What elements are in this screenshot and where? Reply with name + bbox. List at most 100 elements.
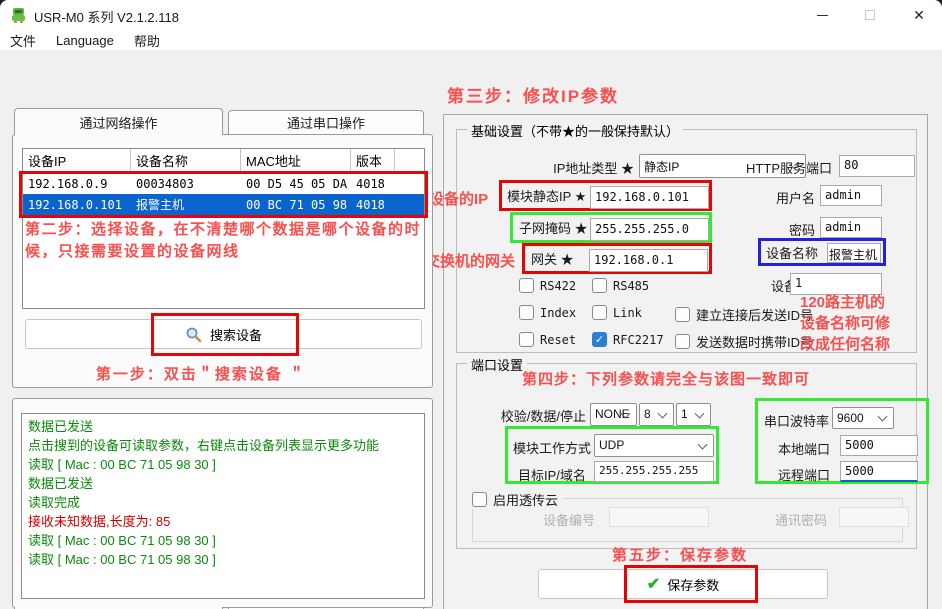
checkbox-rfc2217[interactable]: ✓RFC2217 bbox=[592, 332, 664, 347]
annotation-step2: 第二步：选择设备，在不清楚哪个数据是哪个设备的时候，只接需要设置的设备网线 bbox=[25, 219, 429, 263]
http-port-label: HTTP服务端口 bbox=[737, 158, 832, 177]
menu-language[interactable]: Language bbox=[46, 33, 124, 48]
http-port-input[interactable]: 80 bbox=[839, 155, 915, 177]
password-input[interactable]: admin bbox=[820, 217, 882, 238]
remote-port-input[interactable]: 5000 bbox=[840, 461, 918, 482]
cloud-password-input[interactable] bbox=[839, 507, 909, 527]
cloud-device-no-input[interactable] bbox=[609, 507, 709, 527]
table-row-selected[interactable]: 192.168.0.101 报警主机 00 BC 71 05 98 30 401… bbox=[23, 194, 424, 215]
highlight-box-device-name: 设备名称 报警主机 bbox=[758, 238, 886, 266]
log-line: 读取完成 bbox=[28, 493, 418, 512]
static-ip-label: 模块静态IP ★ bbox=[507, 186, 586, 205]
checkbox-index[interactable]: Index bbox=[519, 305, 576, 320]
highlight-box-static-ip: 模块静态IP ★ 192.168.0.101 bbox=[499, 180, 712, 211]
minimize-button[interactable] bbox=[799, 0, 845, 30]
menu-file[interactable]: 文件 bbox=[0, 31, 46, 50]
client-area: 通过网络操作 通过串口操作 设备IP 设备名称 MAC地址 版本 192.168… bbox=[0, 50, 942, 609]
log-line: 接收未知数据,长度为: 85 bbox=[28, 512, 418, 531]
checkbox-link[interactable]: Link bbox=[592, 305, 642, 320]
close-icon: ✕ bbox=[913, 7, 925, 24]
app-icon bbox=[10, 7, 27, 24]
password-label: 密码 bbox=[735, 220, 815, 239]
log-panel: 数据已发送 点击搜到的设备可读取参数，右键点击设备列表显示更多功能 读取 [ M… bbox=[12, 398, 433, 608]
highlight-box-serial-params: 串口波特率 9600 本地端口 5000 远程端口 5000 bbox=[755, 398, 929, 484]
cell-version: 4018 bbox=[351, 177, 395, 191]
username-label: 用户名 bbox=[735, 188, 815, 207]
device-name-label: 设备名称 bbox=[766, 243, 818, 262]
col-header-ip[interactable]: 设备IP bbox=[23, 149, 131, 172]
checkbox-rs422[interactable]: RS422 bbox=[519, 278, 576, 293]
static-ip-input[interactable]: 192.168.0.101 bbox=[590, 186, 709, 209]
log-line: 点击搜到的设备可读取参数，右键点击设备列表显示更多功能 bbox=[28, 436, 418, 455]
checkbox-icon bbox=[675, 307, 690, 322]
chevron-down-icon bbox=[698, 439, 708, 449]
annotation-device-ip: 设备的IP bbox=[429, 188, 488, 209]
basic-settings-legend: 基础设置（不带★的一般保持默认） bbox=[467, 121, 683, 140]
baud-rate-label: 串口波特率 bbox=[764, 411, 829, 430]
chevron-down-icon bbox=[658, 408, 668, 418]
device-name-input[interactable]: 报警主机 bbox=[827, 243, 881, 263]
baud-rate-select[interactable]: 9600 bbox=[832, 407, 894, 429]
cell-ip: 192.168.0.101 bbox=[23, 198, 131, 212]
checkbox-icon bbox=[519, 278, 534, 293]
maximize-button[interactable] bbox=[847, 0, 893, 30]
work-mode-label: 模块工作方式 bbox=[513, 438, 591, 457]
settings-panel: 基础设置（不带★的一般保持默认） IP地址类型 ★ 静态IP HTTP服务端口 … bbox=[443, 114, 928, 609]
cell-version: 4018 bbox=[351, 198, 395, 212]
remote-port-label: 远程端口 bbox=[778, 465, 830, 484]
log-line: 数据已发送 bbox=[28, 417, 418, 436]
col-header-mac[interactable]: MAC地址 bbox=[241, 149, 351, 172]
checkbox-icon bbox=[472, 492, 487, 507]
cloud-device-no-label: 设备编号 bbox=[543, 510, 595, 529]
cell-mac: 00 BC 71 05 98 30 bbox=[241, 198, 351, 212]
subnet-mask-input[interactable]: 255.255.255.0 bbox=[590, 218, 709, 241]
tab-network-operation[interactable]: 通过网络操作 bbox=[14, 108, 223, 135]
databits-select[interactable]: 8 bbox=[639, 403, 674, 426]
stopbits-select[interactable]: 1 bbox=[676, 403, 711, 426]
parity-label: 校验/数据/停止 bbox=[479, 406, 586, 425]
minimize-icon bbox=[817, 15, 828, 16]
checkbox-send-id-with-data[interactable]: 发送数据时携带ID号 bbox=[675, 332, 813, 351]
gateway-label: 网关 ★ bbox=[531, 249, 574, 268]
tab-serial-operation[interactable]: 通过串口操作 bbox=[228, 110, 424, 135]
col-header-version[interactable]: 版本 bbox=[351, 149, 395, 172]
checkbox-rs485[interactable]: RS485 bbox=[592, 278, 649, 293]
operation-log[interactable]: 数据已发送 点击搜到的设备可读取参数，右键点击设备列表显示更多功能 读取 [ M… bbox=[21, 413, 425, 599]
subnet-mask-label: 子网掩码 ★ bbox=[519, 218, 588, 237]
checkbox-icon bbox=[592, 278, 607, 293]
username-input[interactable]: admin bbox=[820, 185, 882, 206]
checkbox-reset[interactable]: Reset bbox=[519, 332, 576, 347]
title-bar: USR-M0 系列 V2.1.2.118 ✕ bbox=[0, 0, 942, 30]
checkbox-icon bbox=[519, 332, 534, 347]
cloud-password-label: 通讯密码 bbox=[775, 510, 827, 529]
annotation-step3: 第三步：修改IP参数 bbox=[447, 82, 619, 107]
gateway-input[interactable]: 192.168.0.1 bbox=[589, 249, 708, 272]
local-port-input[interactable]: 5000 bbox=[840, 435, 918, 456]
checkbox-checked-icon: ✓ bbox=[592, 332, 607, 347]
work-mode-select[interactable]: UDP bbox=[594, 434, 714, 457]
checkbox-send-id-on-connect[interactable]: 建立连接后发送ID号 bbox=[675, 305, 813, 324]
search-button-label: 搜索设备 bbox=[210, 325, 262, 344]
save-button-label: 保存参数 bbox=[667, 575, 719, 594]
save-params-button[interactable]: ✔ 保存参数 bbox=[538, 569, 828, 599]
col-header-name[interactable]: 设备名称 bbox=[131, 149, 241, 172]
checkbox-enable-cloud[interactable]: 启用透传云 bbox=[472, 490, 563, 509]
cell-name: 报警主机 bbox=[131, 196, 241, 213]
highlight-box-subnet-mask: 子网掩码 ★ 255.255.255.0 bbox=[510, 212, 712, 243]
menu-help[interactable]: 帮助 bbox=[124, 31, 170, 50]
close-button[interactable]: ✕ bbox=[896, 0, 942, 30]
checkbox-icon bbox=[675, 334, 690, 349]
search-device-button[interactable]: 搜索设备 bbox=[25, 319, 422, 349]
port-settings-group: 端口设置 第四步：下列参数请完全与该图一致即可 校验/数据/停止 NONE 8 … bbox=[456, 363, 917, 549]
chevron-down-icon bbox=[695, 408, 705, 418]
target-ip-input[interactable]: 255.255.255.255 bbox=[594, 461, 714, 482]
parity-select[interactable]: NONE bbox=[590, 403, 637, 426]
cell-name: 00034803 bbox=[131, 177, 241, 191]
cell-ip: 192.168.0.9 bbox=[23, 177, 131, 191]
cell-mac: 00 D5 45 05 DA D0 bbox=[241, 177, 351, 191]
table-row[interactable]: 192.168.0.9 00034803 00 D5 45 05 DA D0 4… bbox=[23, 173, 424, 194]
basic-settings-group: 基础设置（不带★的一般保持默认） IP地址类型 ★ 静态IP HTTP服务端口 … bbox=[456, 129, 917, 353]
menu-bar: 文件 Language 帮助 bbox=[0, 30, 942, 50]
log-line: 读取 [ Mac : 00 BC 71 05 98 30 ] bbox=[28, 455, 418, 474]
annotation-step4: 第四步：下列参数请完全与该图一致即可 bbox=[522, 368, 810, 389]
